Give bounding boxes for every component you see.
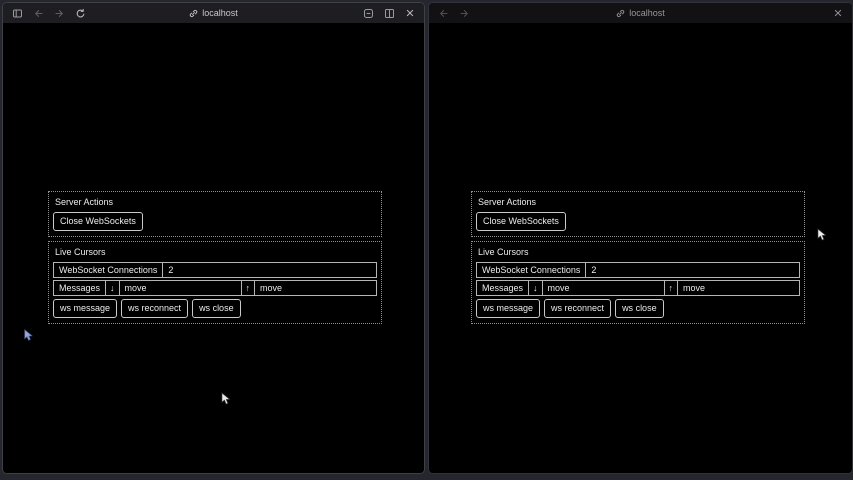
sidebar-toggle-icon[interactable] <box>12 8 23 19</box>
connections-label: WebSocket Connections <box>477 263 586 277</box>
ws-close-button[interactable]: ws close <box>192 299 241 318</box>
close-icon[interactable] <box>833 8 843 18</box>
page-content-right: Server Actions Close WebSockets Live Cur… <box>429 23 852 474</box>
server-actions-section: Server Actions Close WebSockets <box>48 191 382 237</box>
reload-icon[interactable] <box>75 8 86 19</box>
page-title: localhost <box>202 8 238 18</box>
live-cursors-section: Live Cursors WebSocket Connections 2 Mes… <box>48 241 382 324</box>
window-title: localhost <box>429 3 852 23</box>
outgoing-message-value: move <box>678 281 799 295</box>
link-icon <box>616 9 625 18</box>
connections-value: 2 <box>586 263 799 277</box>
connections-row: WebSocket Connections 2 <box>476 262 800 278</box>
live-cursors-legend: Live Cursors <box>55 247 377 257</box>
server-actions-section: Server Actions Close WebSockets <box>471 191 805 237</box>
ws-message-button[interactable]: ws message <box>53 299 117 318</box>
connections-label: WebSocket Connections <box>54 263 163 277</box>
incoming-message-value: move <box>543 281 665 295</box>
toolbar-left: localhost <box>3 3 424 23</box>
forward-icon[interactable] <box>459 8 470 19</box>
incoming-arrow-icon: ↓ <box>106 281 120 295</box>
forward-icon[interactable] <box>54 8 65 19</box>
close-websockets-button[interactable]: Close WebSockets <box>476 212 566 231</box>
page-title: localhost <box>629 8 665 18</box>
back-icon[interactable] <box>33 8 44 19</box>
console-icon[interactable] <box>363 8 374 19</box>
close-icon[interactable] <box>405 8 415 18</box>
messages-label: Messages <box>477 281 529 295</box>
live-cursors-section: Live Cursors WebSocket Connections 2 Mes… <box>471 241 805 324</box>
page-content-left: Server Actions Close WebSockets Live Cur… <box>3 23 424 474</box>
server-actions-legend: Server Actions <box>55 197 377 207</box>
split-view-icon[interactable] <box>384 8 395 19</box>
toolbar-right: localhost <box>429 3 852 23</box>
close-websockets-button[interactable]: Close WebSockets <box>53 212 143 231</box>
ws-reconnect-button[interactable]: ws reconnect <box>121 299 188 318</box>
ws-button-row: ws message ws reconnect ws close <box>53 299 377 318</box>
outgoing-message-value: move <box>255 281 376 295</box>
connections-row: WebSocket Connections 2 <box>53 262 377 278</box>
incoming-arrow-icon: ↓ <box>529 281 543 295</box>
window-title: localhost <box>3 3 424 23</box>
connections-value: 2 <box>163 263 376 277</box>
browser-window-left: localhost Server Actions Close WebSocket… <box>2 2 425 474</box>
ws-close-button[interactable]: ws close <box>615 299 664 318</box>
messages-row: Messages ↓ move ↑ move <box>53 280 377 296</box>
messages-row: Messages ↓ move ↑ move <box>476 280 800 296</box>
outgoing-arrow-icon: ↑ <box>242 281 256 295</box>
browser-window-right: localhost Server Actions Close WebSocket… <box>428 2 853 474</box>
server-actions-legend: Server Actions <box>478 197 800 207</box>
ws-message-button[interactable]: ws message <box>476 299 540 318</box>
back-icon[interactable] <box>438 8 449 19</box>
outgoing-arrow-icon: ↑ <box>665 281 679 295</box>
app-panel: Server Actions Close WebSockets Live Cur… <box>471 191 805 324</box>
link-icon <box>189 9 198 18</box>
messages-label: Messages <box>54 281 106 295</box>
live-cursors-legend: Live Cursors <box>478 247 800 257</box>
ws-button-row: ws message ws reconnect ws close <box>476 299 800 318</box>
ws-reconnect-button[interactable]: ws reconnect <box>544 299 611 318</box>
app-panel: Server Actions Close WebSockets Live Cur… <box>48 191 382 324</box>
incoming-message-value: move <box>120 281 242 295</box>
